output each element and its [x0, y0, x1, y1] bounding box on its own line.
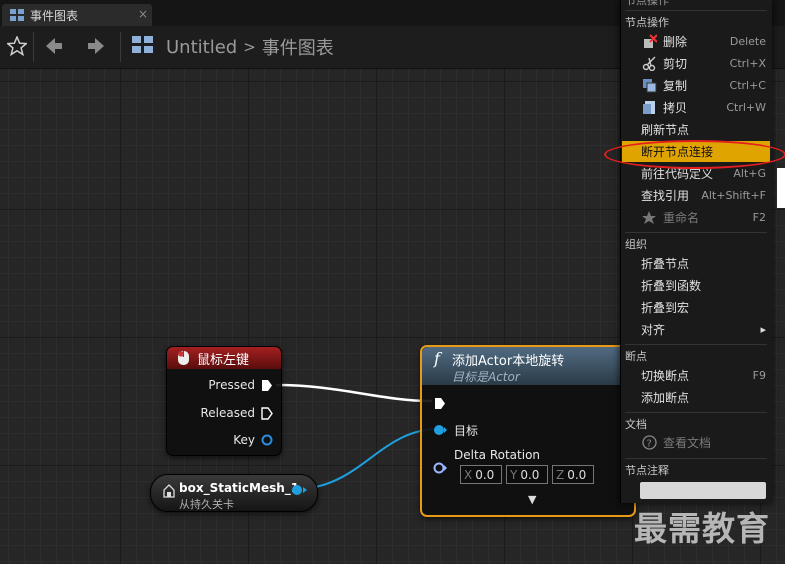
rename-icon — [642, 211, 656, 224]
menu-header-clipped: 节点操作 — [625, 0, 669, 7]
variable-name: box_StaticMesh_1 — [179, 481, 300, 495]
duplicate-icon — [643, 101, 655, 114]
menu-item-collapse-nodes[interactable]: 折叠节点 — [622, 253, 770, 274]
scissors-icon — [642, 56, 656, 71]
released-pin[interactable]: Released — [200, 406, 273, 420]
menu-item-rename[interactable]: 重命名 F2 — [622, 207, 770, 228]
menu-item-view-docs[interactable]: ? 查看文档 — [622, 432, 770, 453]
event-node-title: 鼠标左键 — [197, 352, 250, 368]
node-comment-input[interactable] — [640, 482, 766, 499]
delta-rotation-label: Delta Rotation — [454, 448, 541, 462]
menu-item-copy[interactable]: 复制 Ctrl+C — [622, 75, 770, 96]
menu-item-add-breakpoint[interactable]: 添加断点 — [622, 387, 770, 408]
menu-item-collapse-to-macro[interactable]: 折叠到宏 — [622, 297, 770, 318]
function-subtitle: 目标是Actor — [452, 370, 520, 384]
offscreen-panel-edge — [777, 168, 785, 208]
exec-pin-icon — [262, 379, 272, 391]
rotator-pin-icon[interactable] — [433, 462, 447, 474]
delta-y-field[interactable]: Y 0.0 — [506, 465, 548, 484]
exec-pin-icon — [261, 406, 273, 420]
delta-x-field[interactable]: X 0.0 — [460, 465, 502, 484]
home-icon — [163, 484, 175, 498]
menu-item-align[interactable]: 对齐 ▸ — [622, 319, 770, 340]
section-organize: 组织 — [625, 238, 647, 251]
menu-item-refresh-node[interactable]: 刷新节点 — [622, 119, 770, 140]
struct-pin-icon — [261, 434, 273, 446]
section-node-comment: 节点注释 — [625, 464, 669, 477]
event-node-header: 鼠标左键 — [167, 347, 281, 369]
function-title: 添加Actor本地旋转 — [452, 354, 565, 369]
section-breakpoint: 断点 — [625, 350, 647, 363]
function-node-header: f 添加Actor本地旋转 目标是Actor — [422, 347, 634, 385]
annotation-highlight-ring — [604, 140, 785, 169]
divider — [625, 458, 767, 459]
exec-wire — [275, 383, 433, 403]
mouse-icon — [178, 351, 189, 365]
object-pin-icon[interactable] — [291, 484, 307, 496]
exec-in-pin-icon[interactable] — [434, 397, 446, 410]
copy-icon — [643, 79, 657, 93]
svg-text:?: ? — [647, 439, 652, 450]
function-node-add-local-rotation[interactable]: f 添加Actor本地旋转 目标是Actor 目标 Delta Rotation… — [420, 345, 636, 517]
event-node-left-mouse[interactable]: 鼠标左键 Pressed Released Key — [166, 346, 282, 456]
target-pin-icon[interactable] — [433, 424, 447, 436]
menu-item-delete[interactable]: 删除 Delete — [622, 31, 770, 52]
divider — [625, 412, 767, 413]
divider — [625, 344, 767, 345]
menu-item-toggle-breakpoint[interactable]: 切换断点 F9 — [622, 365, 770, 386]
delete-icon — [644, 34, 657, 48]
variable-node[interactable]: box_StaticMesh_1 从持久关卡 — [150, 474, 318, 512]
function-icon: f — [434, 349, 440, 368]
divider — [625, 10, 767, 11]
section-docs: 文档 — [625, 418, 647, 431]
menu-item-cut[interactable]: 剪切 Ctrl+X — [622, 53, 770, 74]
expand-arrow-icon[interactable]: ▼ — [528, 493, 536, 506]
section-node-ops: 节点操作 — [625, 16, 669, 29]
divider — [625, 232, 767, 233]
help-icon: ? — [642, 435, 657, 450]
submenu-arrow-icon: ▸ — [760, 323, 766, 336]
object-wire — [295, 428, 439, 490]
pressed-pin[interactable]: Pressed — [208, 378, 273, 392]
target-label: 目标 — [454, 424, 479, 438]
watermark: 最需教育 — [634, 509, 770, 548]
menu-item-find-references[interactable]: 查找引用 Alt+Shift+F — [622, 185, 770, 206]
menu-item-collapse-to-function[interactable]: 折叠到函数 — [622, 275, 770, 296]
key-pin[interactable]: Key — [233, 433, 273, 447]
menu-item-duplicate[interactable]: 拷贝 Ctrl+W — [622, 97, 770, 118]
context-menu: 节点操作 节点操作 删除 Delete 剪切 Ctrl+X 复制 Ctrl+C … — [620, 0, 772, 503]
delta-z-field[interactable]: Z 0.0 — [552, 465, 594, 484]
variable-source: 从持久关卡 — [179, 498, 234, 511]
